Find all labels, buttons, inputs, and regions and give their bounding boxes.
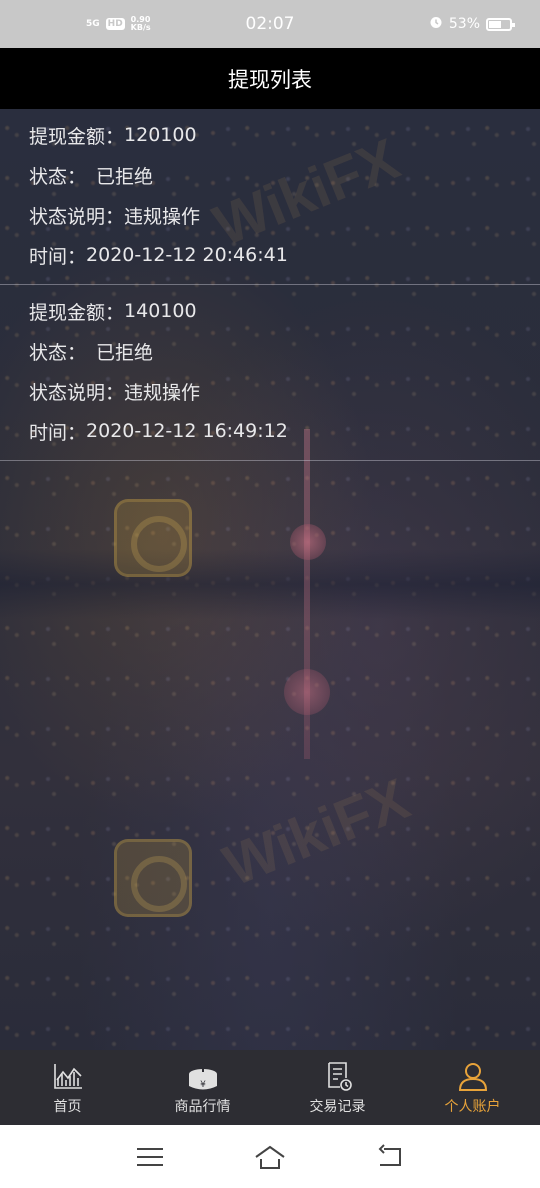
time-row: 时间： 2020-12-12 16:49:12 — [29, 411, 540, 451]
amount-value: 140100 — [124, 300, 197, 322]
withdrawal-list: 提现金额： 120100 状态： 已拒绝 状态说明： 违规操作 时间： 2020… — [0, 109, 540, 461]
time-row: 时间： 2020-12-12 20:46:41 — [29, 235, 540, 275]
chart-icon — [53, 1063, 82, 1089]
system-nav-bar — [0, 1125, 540, 1188]
page-title: 提现列表 — [228, 67, 312, 92]
bottom-nav: 首页 ¥ 商品行情 交易记录 个人账户 — [0, 1050, 540, 1125]
note-value: 违规操作 — [124, 381, 201, 404]
amount-label: 提现金额： — [29, 125, 125, 148]
time-label: 时间： — [29, 421, 87, 444]
menu-button[interactable] — [130, 1140, 170, 1174]
background-river — [0, 549, 540, 619]
main-content[interactable]: WikiFX WikiFX 提现金额： 120100 状态： 已拒绝 状态说明：… — [0, 109, 540, 1050]
back-button[interactable] — [370, 1140, 410, 1174]
status-bar: 5G HD 0.90 KB/s 02:07 53% — [0, 0, 540, 48]
home-icon — [255, 1145, 285, 1169]
amount-value: 120100 — [124, 124, 197, 146]
amount-row: 提现金额： 140100 — [29, 291, 540, 331]
status-label: 状态： — [29, 341, 87, 364]
nav-trades-label: 交易记录 — [309, 1098, 366, 1115]
note-label: 状态说明： — [29, 381, 125, 404]
status-label: 状态： — [29, 165, 87, 188]
background-tower — [284, 429, 330, 759]
page-header: 提现列表 — [0, 48, 540, 109]
nav-account-label: 个人账户 — [444, 1098, 501, 1115]
battery-percent: 53% — [448, 16, 480, 32]
document-clock-icon — [327, 1061, 352, 1091]
watermark-logo — [114, 839, 192, 917]
back-icon — [378, 1143, 401, 1166]
network-speed-unit: KB/s — [130, 23, 151, 32]
network-indicator: 5G — [86, 19, 100, 29]
yen-box-icon: ¥ — [188, 1061, 217, 1090]
menu-icon — [137, 1147, 163, 1166]
nav-market-label: 商品行情 — [174, 1098, 231, 1115]
status-left: 5G HD 0.90 KB/s — [86, 16, 151, 32]
time-value: 2020-12-12 20:46:41 — [86, 244, 288, 266]
person-icon — [458, 1062, 487, 1091]
nav-account[interactable]: 个人账户 — [405, 1050, 540, 1125]
note-row: 状态说明： 违规操作 — [29, 195, 540, 235]
note-row: 状态说明： 违规操作 — [29, 371, 540, 411]
hd-badge: HD — [105, 18, 125, 30]
home-button[interactable] — [250, 1140, 290, 1174]
withdrawal-record[interactable]: 提现金额： 140100 状态： 已拒绝 状态说明： 违规操作 时间： 2020… — [0, 285, 540, 461]
status-row: 状态： 已拒绝 — [29, 155, 540, 195]
battery-icon — [486, 17, 515, 31]
note-label: 状态说明： — [29, 205, 125, 228]
time-value: 2020-12-12 16:49:12 — [86, 420, 288, 442]
time-label: 时间： — [29, 245, 87, 268]
withdrawal-record[interactable]: 提现金额： 120100 状态： 已拒绝 状态说明： 违规操作 时间： 2020… — [0, 109, 540, 285]
nav-trades[interactable]: 交易记录 — [270, 1050, 405, 1125]
status-row: 状态： 已拒绝 — [29, 331, 540, 371]
svg-text:¥: ¥ — [200, 1080, 206, 1090]
status-value: 已拒绝 — [96, 165, 154, 188]
watermark-logo — [114, 499, 192, 577]
network-speed: 0.90 KB/s — [131, 16, 151, 32]
nav-market[interactable]: ¥ 商品行情 — [135, 1050, 270, 1125]
amount-label: 提现金额： — [29, 301, 125, 324]
nav-home-label: 首页 — [53, 1098, 82, 1115]
amount-row: 提现金额： 120100 — [29, 115, 540, 155]
nav-home[interactable]: 首页 — [0, 1050, 135, 1125]
alarm-icon — [429, 15, 443, 33]
status-value: 已拒绝 — [96, 341, 154, 364]
status-right: 53% — [429, 15, 515, 33]
note-value: 违规操作 — [124, 205, 201, 228]
